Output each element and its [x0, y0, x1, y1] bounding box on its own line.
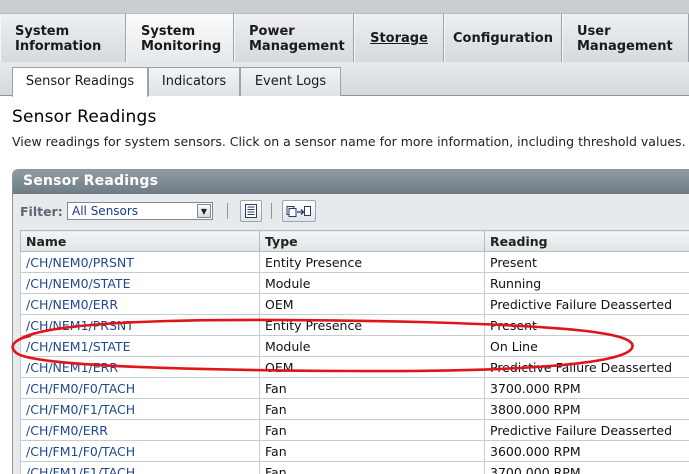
subtab-indicators[interactable]: Indicators	[148, 67, 240, 96]
sensor-reading-cell: 3700.000 RPM	[484, 461, 689, 474]
sensor-name-cell: /CH/FM0/ERR	[20, 419, 260, 441]
tab-system-information[interactable]: System Information	[0, 14, 126, 62]
sensor-table: Name Type Reading /CH/NEM0/PRSNT Entity …	[20, 230, 689, 474]
tab-label: Management	[577, 39, 673, 54]
sensor-name-link[interactable]: /CH/FM1/F1/TACH	[26, 465, 135, 474]
sensor-name-link[interactable]: /CH/NEM1/ERR	[26, 360, 118, 375]
tab-storage[interactable]: Storage	[354, 14, 444, 62]
tab-label: User	[577, 24, 611, 39]
sensor-readings-panel: Sensor Readings Filter: All Sensors ▼ Na…	[12, 169, 689, 474]
subtab-sensor-readings[interactable]: Sensor Readings	[12, 67, 148, 97]
table-row: /CH/NEM1/STATE Module On Line	[20, 335, 689, 357]
toolbar-divider	[271, 203, 272, 219]
column-header-reading[interactable]: Reading	[484, 230, 689, 252]
sensor-name-link[interactable]: /CH/NEM0/ERR	[26, 297, 118, 312]
table-row: /CH/NEM0/ERR OEM Predictive Failure Deas…	[20, 293, 689, 315]
sensor-reading-cell: 3700.000 RPM	[484, 377, 689, 399]
sensor-name-cell: /CH/FM1/F0/TACH	[20, 440, 260, 462]
sensor-name-link[interactable]: /CH/NEM0/PRSNT	[26, 255, 134, 270]
sensor-name-link[interactable]: /CH/FM0/ERR	[26, 423, 108, 438]
sensor-reading-cell: Predictive Failure Deasserted	[484, 356, 689, 378]
column-header-type[interactable]: Type	[259, 230, 485, 252]
sensor-name-cell: /CH/NEM0/ERR	[20, 293, 260, 315]
sensor-name-link[interactable]: /CH/NEM0/STATE	[26, 276, 130, 291]
sensor-reading-cell: Running	[484, 272, 689, 294]
sensor-name-link[interactable]: /CH/FM1/F0/TACH	[26, 444, 135, 459]
sensor-reading-cell: Predictive Failure Deasserted	[484, 293, 689, 315]
sub-navigation: Sensor Readings Indicators Event Logs	[0, 62, 689, 97]
sensor-name-link[interactable]: /CH/FM0/F0/TACH	[26, 381, 135, 396]
toolbar-divider	[227, 203, 228, 219]
table-row: /CH/NEM1/PRSNT Entity Presence Present	[20, 314, 689, 336]
tab-label: System	[141, 24, 196, 39]
sensor-reading-cell: On Line	[484, 335, 689, 357]
sensor-name-cell: /CH/NEM0/PRSNT	[20, 251, 260, 273]
sensor-type-cell: Fan	[259, 461, 485, 474]
table-row: /CH/NEM0/PRSNT Entity Presence Present	[20, 251, 689, 273]
sensor-reading-cell: Predictive Failure Deasserted	[484, 419, 689, 441]
column-header-name[interactable]: Name	[20, 230, 260, 252]
table-row: /CH/FM0/F1/TACH Fan 3800.000 RPM	[20, 398, 689, 420]
tab-power-management[interactable]: Power Management	[234, 14, 354, 62]
export-icon	[286, 206, 311, 217]
sensor-name-link[interactable]: /CH/FM0/F1/TACH	[26, 402, 135, 417]
table-row: /CH/FM0/F0/TACH Fan 3700.000 RPM	[20, 377, 689, 399]
sensor-reading-cell: 3800.000 RPM	[484, 398, 689, 420]
sensor-type-cell: Module	[259, 272, 485, 294]
sensor-reading-cell: Present	[484, 251, 689, 273]
sensor-reading-cell: 3600.000 RPM	[484, 440, 689, 462]
tab-label: Monitoring	[141, 39, 222, 54]
table-row: /CH/FM1/F1/TACH Fan 3700.000 RPM	[20, 461, 689, 474]
filter-toolbar: Filter: All Sensors ▼	[13, 194, 689, 226]
table-row: /CH/NEM1/ERR OEM Predictive Failure Deas…	[20, 356, 689, 378]
sensor-type-cell: Entity Presence	[259, 251, 485, 273]
sensor-name-link[interactable]: /CH/NEM1/PRSNT	[26, 318, 134, 333]
sensor-name-cell: /CH/NEM1/ERR	[20, 356, 260, 378]
list-view-button[interactable]	[240, 200, 262, 222]
tab-system-monitoring[interactable]: System Monitoring	[126, 14, 234, 62]
page-title: Sensor Readings	[12, 107, 157, 127]
sensor-type-cell: OEM	[259, 356, 485, 378]
tab-user-management[interactable]: User Management	[562, 14, 689, 62]
table-row: /CH/FM0/ERR Fan Predictive Failure Deass…	[20, 419, 689, 441]
sensor-type-cell: Module	[259, 335, 485, 357]
sensor-type-cell: OEM	[259, 293, 485, 315]
sensor-name-cell: /CH/NEM0/STATE	[20, 272, 260, 294]
subtab-event-logs[interactable]: Event Logs	[240, 67, 341, 96]
list-view-icon	[245, 204, 257, 218]
sensor-name-cell: /CH/NEM1/STATE	[20, 335, 260, 357]
panel-title: Sensor Readings	[13, 170, 689, 194]
table-header-row: Name Type Reading	[20, 230, 689, 252]
tab-label: Storage	[370, 31, 428, 46]
tab-configuration[interactable]: Configuration	[444, 14, 562, 62]
sensor-name-cell: /CH/FM0/F0/TACH	[20, 377, 260, 399]
main-navigation: System Information System Monitoring Pow…	[0, 0, 689, 62]
sensor-type-cell: Fan	[259, 419, 485, 441]
page-description: View readings for system sensors. Click …	[12, 134, 686, 149]
top-strip	[0, 0, 689, 14]
tab-label: Power	[249, 24, 295, 39]
table-row: /CH/NEM0/STATE Module Running	[20, 272, 689, 294]
sensor-type-cell: Fan	[259, 440, 485, 462]
tab-label: Configuration	[453, 31, 553, 46]
sensor-type-cell: Entity Presence	[259, 314, 485, 336]
sensor-reading-cell: Present	[484, 314, 689, 336]
sensor-name-link[interactable]: /CH/NEM1/STATE	[26, 339, 130, 354]
sensor-name-cell: /CH/FM1/F1/TACH	[20, 461, 260, 474]
tab-label: Management	[249, 39, 345, 54]
sensor-type-cell: Fan	[259, 398, 485, 420]
tab-label: System	[15, 24, 70, 39]
export-button[interactable]	[282, 200, 316, 222]
table-row: /CH/FM1/F0/TACH Fan 3600.000 RPM	[20, 440, 689, 462]
sensor-type-cell: Fan	[259, 377, 485, 399]
sensor-name-cell: /CH/FM0/F1/TACH	[20, 398, 260, 420]
filter-value: All Sensors	[72, 204, 139, 218]
chevron-down-icon[interactable]: ▼	[197, 204, 211, 218]
tab-label: Information	[15, 39, 102, 54]
filter-select[interactable]: All Sensors ▼	[67, 202, 213, 220]
filter-label: Filter:	[20, 204, 63, 219]
sensor-name-cell: /CH/NEM1/PRSNT	[20, 314, 260, 336]
